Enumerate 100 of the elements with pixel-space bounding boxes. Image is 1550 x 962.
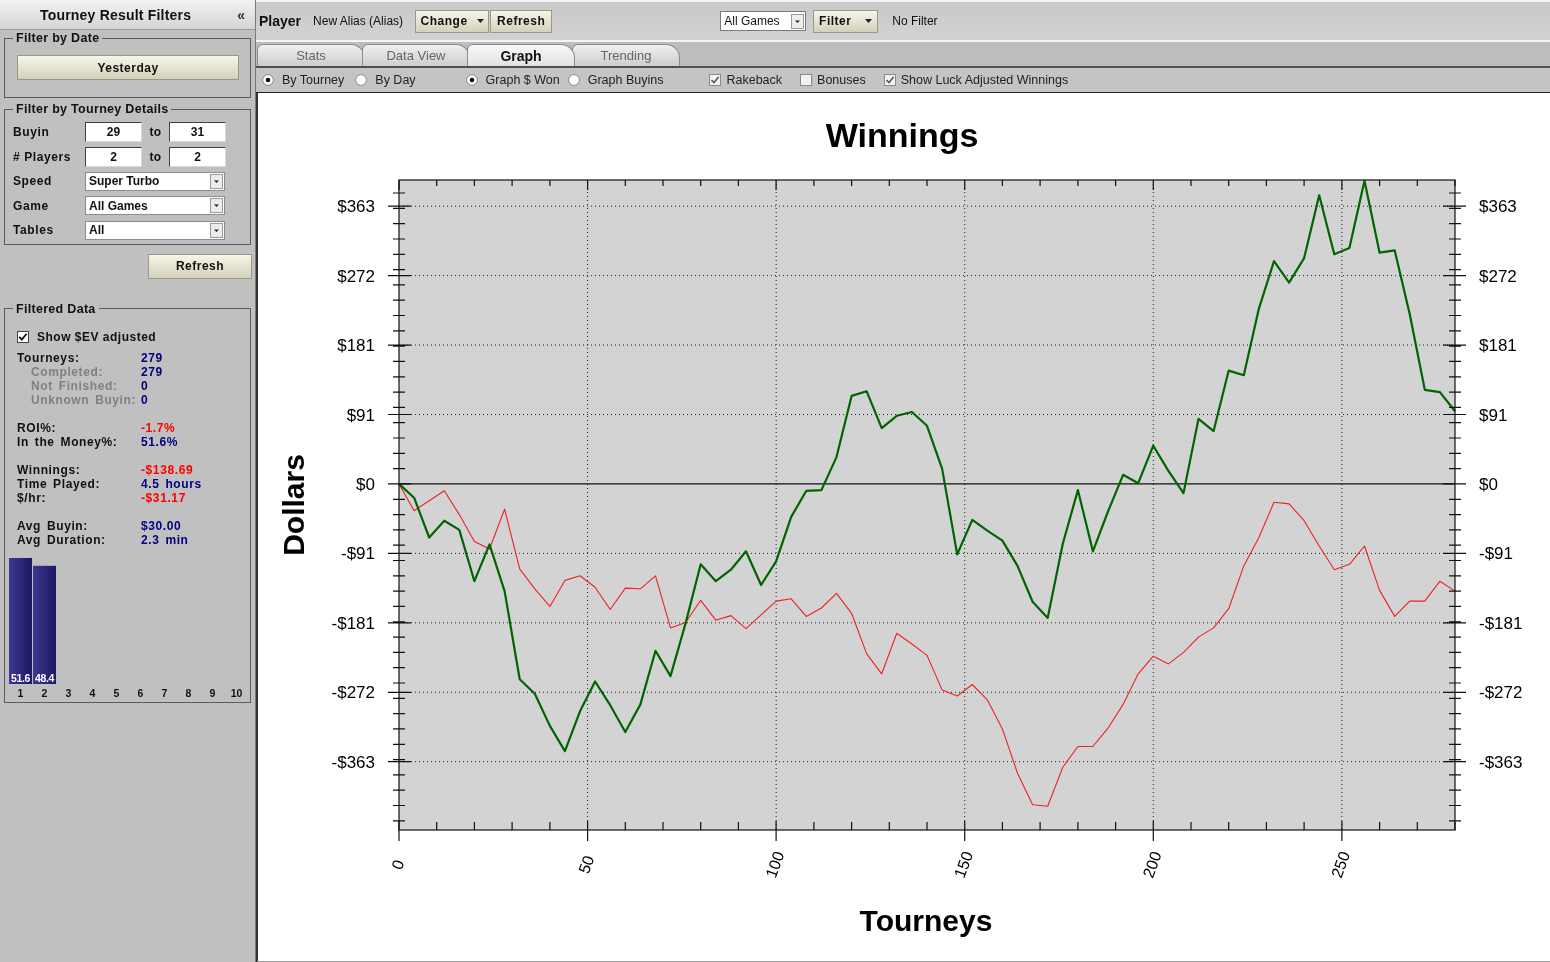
y-tick-label: $91 — [346, 405, 375, 425]
checkbox-option[interactable]: Show $EV adjusted — [17, 329, 157, 344]
radio-option[interactable]: Graph $ Won — [465, 73, 560, 87]
y-tick-label: $0 — [1479, 474, 1498, 494]
stat-value: $30.00 — [141, 518, 182, 533]
stat-value: -$31.17 — [141, 490, 186, 505]
bar-value-label: 51.6 — [10, 671, 31, 684]
axis-label: 7 — [161, 686, 168, 699]
stat-label: $/hr: — [17, 490, 47, 505]
radio-option[interactable]: Graph Buyins — [567, 73, 664, 87]
radio-icon[interactable] — [355, 74, 368, 86]
tab[interactable]: Stats — [257, 44, 365, 66]
checkbox-option[interactable]: Bonuses — [800, 73, 866, 87]
axis-label: 8 — [185, 686, 192, 699]
x-tick-label: 50 — [575, 853, 598, 876]
stat-value: -$138.69 — [141, 462, 194, 477]
y-tick-label: -$363 — [331, 752, 375, 772]
x-tick-label: 100 — [762, 849, 788, 880]
stat-value: 279 — [141, 350, 163, 365]
toolbar-button[interactable]: Refresh — [490, 9, 553, 33]
stat-value: 2.3 min — [141, 532, 189, 547]
dropdown[interactable]: Super Turbo — [85, 171, 225, 191]
stat-label: Unknown Buyin: — [30, 392, 138, 407]
axis-label: 5 — [113, 686, 120, 699]
y-tick-label: -$272 — [1479, 683, 1523, 703]
axis-label: 3 — [65, 686, 72, 699]
chart-title: Winnings — [825, 116, 979, 154]
number-field[interactable]: 2 — [85, 146, 142, 167]
checkbox-icon[interactable] — [709, 74, 722, 86]
tab[interactable]: Graph — [467, 44, 575, 66]
checkbox-icon[interactable] — [883, 74, 896, 86]
axis-label: 10 — [230, 686, 243, 699]
date-button[interactable]: Yesterday — [17, 55, 239, 80]
stat-label: Tourneys: — [17, 350, 81, 365]
checkbox-icon[interactable] — [800, 74, 813, 86]
stat-label: Completed: — [31, 364, 104, 379]
tab[interactable]: Data View — [362, 44, 470, 66]
caret-icon[interactable] — [865, 19, 873, 23]
y-tick-label: $363 — [337, 197, 375, 217]
axis-label: 2 — [41, 686, 48, 699]
stat-label: Avg Buyin: — [17, 518, 89, 533]
field-label: # Players — [13, 149, 73, 164]
field-label: Tables — [13, 223, 55, 238]
radio-icon[interactable] — [465, 74, 478, 86]
checkbox-icon[interactable] — [17, 330, 29, 343]
y-tick-label: -$91 — [340, 544, 375, 564]
dropdown[interactable]: All Games — [85, 196, 225, 216]
y-tick-label: -$272 — [331, 683, 375, 703]
refresh-button[interactable]: Refresh — [148, 253, 252, 279]
group-title: Filtered Data — [15, 301, 97, 316]
tab[interactable]: Trending — [572, 44, 680, 66]
y-tick-label: $181 — [1479, 336, 1517, 356]
checkbox-option[interactable]: Show Luck Adjusted Winnings — [883, 73, 1069, 87]
player-name: New Alias (Alias) — [313, 14, 404, 28]
y-axis-title: Dollars — [276, 454, 310, 556]
y-tick-label: -$181 — [331, 613, 375, 633]
stat-value: -1.7% — [141, 420, 176, 435]
axis-label: 4 — [89, 686, 96, 699]
toolbar-button[interactable]: Change — [415, 9, 490, 33]
y-tick-label: $91 — [1479, 405, 1508, 425]
stat-value: 279 — [141, 364, 163, 379]
y-tick-label: -$91 — [1479, 544, 1514, 564]
radio-icon[interactable] — [567, 74, 580, 86]
filter-button[interactable]: Filter — [813, 9, 879, 33]
number-field[interactable]: 29 — [85, 122, 142, 143]
stat-label: Winnings: — [17, 462, 82, 477]
x-tick-label: 0 — [388, 857, 408, 872]
collapse-button[interactable]: « — [235, 6, 247, 23]
stat-value: 4.5 hours — [141, 476, 202, 491]
checkbox-option[interactable]: Rakeback — [709, 73, 783, 87]
radio-icon[interactable] — [262, 74, 274, 86]
x-tick-label: 250 — [1328, 849, 1354, 880]
x-tick-label: 200 — [1139, 849, 1165, 880]
number-field[interactable]: 31 — [169, 122, 226, 143]
axis-label: 9 — [209, 686, 216, 699]
radio-option[interactable]: By Tourney — [262, 73, 345, 87]
stat-label: In the Money%: — [17, 434, 119, 449]
stat-value: 0 — [141, 378, 149, 393]
stat-label: ROI%: — [17, 420, 57, 435]
field-label: Game — [13, 198, 50, 213]
number-field[interactable]: 2 — [169, 146, 226, 167]
group-title: Filter by Tourney Details — [15, 102, 170, 116]
stat-label: Time Played: — [17, 476, 101, 491]
y-tick-label: -$363 — [1479, 752, 1523, 772]
field-label: Speed — [13, 174, 53, 189]
y-tick-label: $363 — [1479, 197, 1517, 217]
y-tick-label: $181 — [337, 336, 375, 356]
bar-value-label: 48.4 — [34, 671, 55, 684]
y-tick-label: $0 — [356, 474, 375, 494]
y-tick-label: -$181 — [1479, 613, 1523, 633]
dropdown[interactable]: All — [85, 220, 225, 240]
panel-title: Tourney Result Filters — [40, 6, 192, 23]
axis-label: 6 — [137, 686, 144, 699]
y-tick-label: $272 — [337, 266, 375, 286]
stat-label: Not Finished: — [30, 378, 119, 393]
axis-label: 1 — [17, 686, 24, 699]
caret-icon[interactable] — [476, 19, 484, 23]
range-separator: to — [148, 125, 163, 140]
radio-option[interactable]: By Day — [355, 73, 416, 87]
game-dropdown[interactable]: All Games — [720, 11, 807, 31]
